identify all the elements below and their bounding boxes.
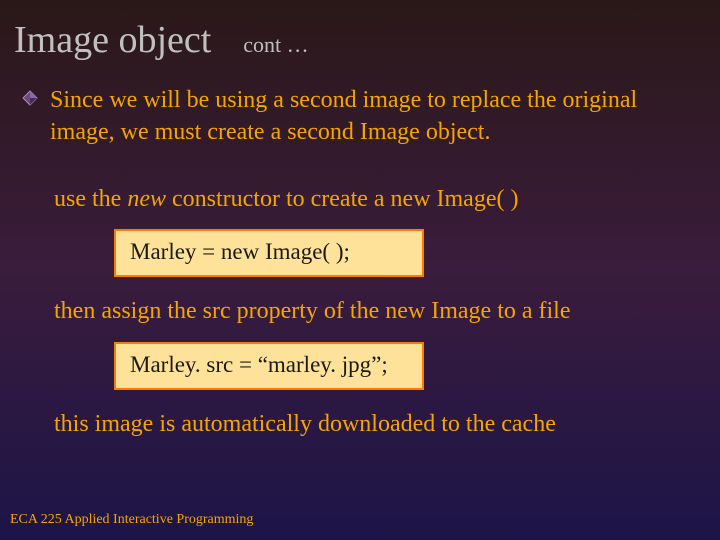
text-frag-italic: new [127, 186, 166, 212]
text-frag: use the [54, 186, 127, 212]
title-row: Image object cont … [0, 0, 720, 62]
bullet-text: Since we will be using a second image to… [50, 84, 680, 149]
code-box: Marley = new Image( ); [114, 229, 424, 277]
text-line-then: then assign the src property of the new … [54, 295, 680, 327]
text-line-use: use the new constructor to create a new … [54, 183, 680, 215]
slide-footer: ECA 225 Applied Interactive Programming [10, 512, 253, 528]
slide-title: Image object [14, 18, 211, 62]
text-frag: constructor to create a new Image( ) [166, 186, 519, 212]
slide-body: Since we will be using a second image to… [0, 62, 720, 440]
diamond-bullet-icon [22, 90, 38, 111]
text-line-cache: this image is automatically downloaded t… [54, 408, 680, 440]
code-box: Marley. src = “marley. jpg”; [114, 342, 424, 390]
slide-subtitle: cont … [243, 32, 308, 58]
bullet-item: Since we will be using a second image to… [22, 84, 680, 149]
